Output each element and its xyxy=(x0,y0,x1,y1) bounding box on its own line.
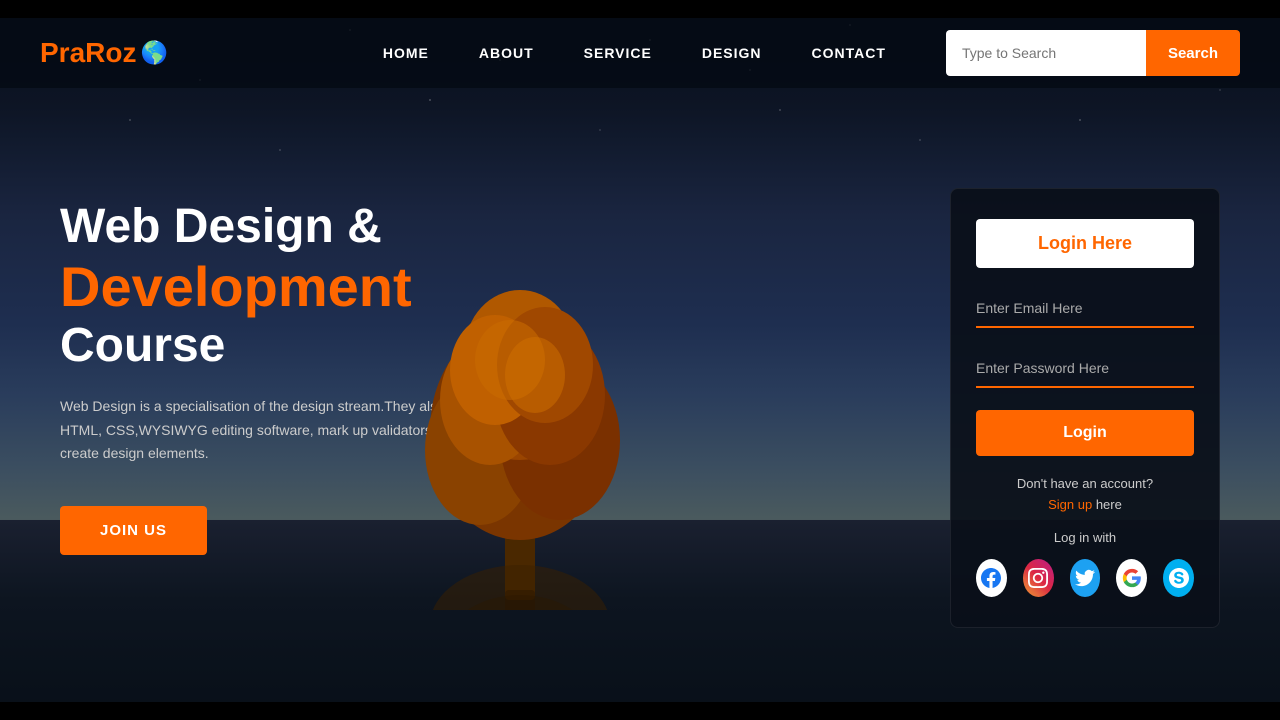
password-field[interactable] xyxy=(976,350,1194,388)
log-in-with-text: Log in with xyxy=(976,530,1194,545)
search-button[interactable]: Search xyxy=(1146,30,1240,76)
search-bar: Search xyxy=(946,30,1240,76)
join-us-button[interactable]: JOIN US xyxy=(60,506,207,555)
bottom-bar xyxy=(0,702,1280,720)
nav-service[interactable]: SERVICE xyxy=(584,45,652,61)
login-card: Login Here Login Don't have an account? … xyxy=(950,188,1220,628)
nav-design[interactable]: DESIGN xyxy=(702,45,762,61)
tree-illustration xyxy=(380,230,660,590)
instagram-icon[interactable] xyxy=(1023,559,1054,597)
logo-text: PraRoz xyxy=(40,37,136,69)
twitter-icon[interactable] xyxy=(1070,559,1101,597)
navbar: PraRoz🌎 HOME ABOUT SERVICE DESIGN CONTAC… xyxy=(0,18,1280,88)
skype-icon[interactable] xyxy=(1163,559,1194,597)
nav-links: HOME ABOUT SERVICE DESIGN CONTACT xyxy=(383,45,886,61)
login-button[interactable]: Login xyxy=(976,410,1194,456)
email-field[interactable] xyxy=(976,290,1194,328)
nav-about[interactable]: ABOUT xyxy=(479,45,534,61)
nav-contact[interactable]: CONTACT xyxy=(812,45,886,61)
logo[interactable]: PraRoz🌎 xyxy=(40,37,168,69)
top-bar xyxy=(0,0,1280,18)
google-icon[interactable] xyxy=(1116,559,1147,597)
nav-home[interactable]: HOME xyxy=(383,45,429,61)
logo-globe-icon: 🌎 xyxy=(140,40,167,66)
facebook-icon[interactable] xyxy=(976,559,1007,597)
social-icons xyxy=(976,559,1194,597)
signup-link[interactable]: Sign up xyxy=(1048,497,1092,512)
no-account-text: Don't have an account? Sign up here xyxy=(976,474,1194,516)
login-header-button[interactable]: Login Here xyxy=(976,219,1194,268)
search-input[interactable] xyxy=(946,30,1146,76)
